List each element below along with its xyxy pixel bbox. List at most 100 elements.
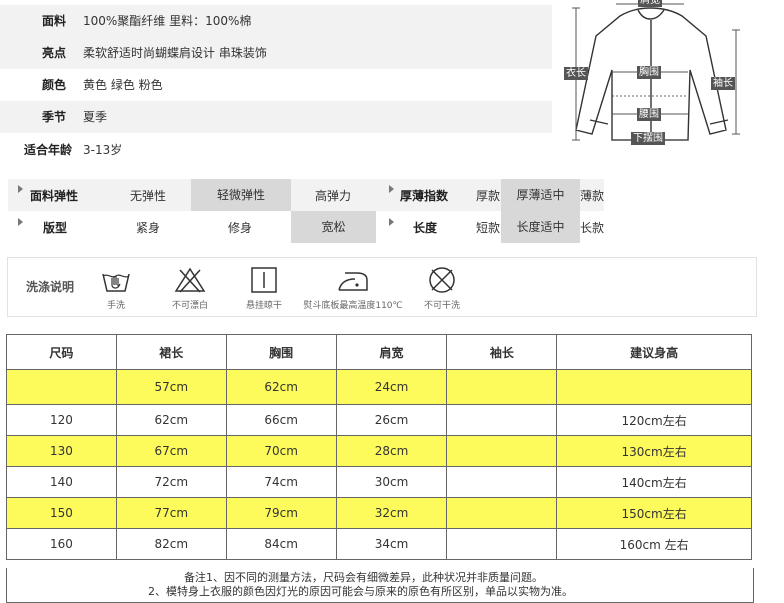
cell: [446, 404, 558, 436]
cell: 34cm: [335, 528, 448, 560]
table-row: 160 82cm 84cm 34cm 160cm 左右: [6, 528, 752, 560]
triangle-icon: [18, 218, 23, 226]
note-line-2: 2、模特身上衣服的颜色因灯光的原因可能会与原来的原色有所区别，单品以实物为准。: [148, 585, 573, 598]
cell: 72cm: [115, 466, 227, 498]
cell: 130: [6, 435, 117, 467]
cell: 77cm: [115, 497, 227, 529]
length-option: 长款: [579, 221, 604, 235]
header-shoulder: 肩宽: [335, 334, 448, 370]
cell: 140cm左右: [556, 466, 752, 498]
hang-dry-icon: [251, 267, 277, 293]
length-label: 衣长: [564, 67, 588, 80]
thickness-option: 厚款: [475, 189, 500, 203]
cell: 120cm左右: [556, 404, 752, 436]
thickness-option: 薄款: [579, 189, 604, 203]
wash-title: 洗涤说明: [26, 280, 75, 294]
cell: 28cm: [335, 435, 448, 467]
cell: 57cm: [115, 369, 227, 405]
info-row-fabric: 面料 100%聚酯纤维 里料：100%棉: [0, 5, 552, 37]
fit-label: 版型: [43, 221, 68, 235]
cell: 66cm: [225, 404, 337, 436]
length-option: 短款: [475, 221, 500, 235]
info-row-highlight-fg: 亮点 柔软舒适时尚蝴蝶肩设计 串珠装饰: [0, 37, 552, 69]
shoulder-label: 肩宽: [638, 0, 662, 7]
table-row: 57cm 62cm 24cm: [6, 369, 752, 405]
cell: 74cm: [225, 466, 337, 498]
info-row-age: 适合年龄 3-13岁: [0, 134, 552, 166]
cell: 67cm: [115, 435, 227, 467]
wash-item: 悬挂晾干: [240, 266, 288, 311]
cell: 120: [6, 404, 117, 436]
fit-option-selected: 宽松: [291, 211, 376, 243]
elasticity-option: 高弹力: [314, 189, 351, 203]
iron-icon: [338, 272, 368, 291]
wash-item: 熨斗底板最高温度110℃: [298, 266, 408, 311]
cell: 84cm: [225, 528, 337, 560]
info-label: 颜色: [41, 78, 66, 92]
thickness-label: 厚薄指数: [400, 189, 449, 203]
no-dry-clean-icon: [429, 267, 455, 293]
info-label: 面料: [41, 14, 66, 28]
cell: 32cm: [335, 497, 448, 529]
no-bleach-icon: [174, 267, 206, 293]
sleeve-label: 袖长: [711, 77, 735, 90]
header-chest: 胸围: [225, 334, 337, 370]
wash-item: 手洗: [96, 266, 136, 311]
wash-item: 不可漂白: [166, 266, 214, 311]
cell: 130cm左右: [556, 435, 752, 467]
cell: [556, 369, 752, 405]
wash-caption: 不可漂白: [171, 301, 208, 311]
table-header-row: 尺码 裙长 胸围 肩宽 袖长 建议身高: [6, 334, 752, 370]
wash-instructions: 洗涤说明 手洗 不可漂白 悬挂晾干 熨斗底板最高温度110℃ 不可干洗: [7, 257, 757, 317]
cell: 70cm: [225, 435, 337, 467]
table-row: 130 67cm 70cm 28cm 130cm左右: [6, 435, 752, 467]
wash-caption: 悬挂晾干: [245, 301, 282, 311]
cell: 30cm: [335, 466, 448, 498]
info-row-season: 季节 夏季: [0, 101, 552, 133]
size-table-notes: 备注1、因不同的测量方法，尺码会有细微差异，此种状况并非质量问题。 2、模特身上…: [6, 568, 754, 603]
header-sleeve: 袖长: [446, 334, 558, 370]
wash-caption: 不可干洗: [423, 301, 460, 311]
length-option-selected: 长度适中: [501, 211, 580, 243]
cell: [446, 435, 558, 467]
cell: 140: [6, 466, 117, 498]
hand-wash-icon: [102, 273, 130, 292]
cell: 62cm: [225, 369, 337, 405]
cell: [446, 369, 558, 405]
hem-label: 下摆围: [631, 132, 665, 145]
thickness-option-selected: 厚薄适中: [501, 179, 580, 211]
header-size: 尺码: [6, 334, 117, 370]
note-line-1: 备注1、因不同的测量方法，尺码会有细微差异，此种状况并非质量问题。: [184, 571, 543, 584]
header-height: 建议身高: [556, 334, 752, 370]
fit-option: 修身: [227, 221, 252, 235]
cell: 150cm左右: [556, 497, 752, 529]
cell: 26cm: [335, 404, 448, 436]
cell: [6, 369, 117, 405]
cell: 79cm: [225, 497, 337, 529]
cell: 24cm: [335, 369, 448, 405]
triangle-icon: [389, 218, 394, 226]
wash-caption: 手洗: [106, 301, 125, 311]
info-row-color: 颜色 黄色 绿色 粉色: [0, 69, 552, 101]
triangle-icon: [389, 185, 394, 193]
cell: 150: [6, 497, 117, 529]
header-length: 裙长: [115, 334, 227, 370]
table-row: 120 62cm 66cm 26cm 120cm左右: [6, 404, 752, 436]
table-row: 150 77cm 79cm 32cm 150cm左右: [6, 497, 752, 529]
info-value: 柔软舒适时尚蝴蝶肩设计 串珠装饰: [83, 46, 267, 60]
cell: 82cm: [115, 528, 227, 560]
elasticity-label: 面料弹性: [30, 189, 79, 203]
info-value: 100%聚酯纤维 里料：100%棉: [83, 14, 252, 28]
length-attr-label: 长度: [413, 221, 438, 235]
cell: 160: [6, 528, 117, 560]
fit-option: 紧身: [135, 221, 160, 235]
info-value: 夏季: [83, 110, 108, 124]
table-row: 140 72cm 74cm 30cm 140cm左右: [6, 466, 752, 498]
cell: 62cm: [115, 404, 227, 436]
elasticity-option-selected: 轻微弹性: [191, 179, 291, 211]
cell: [446, 528, 558, 560]
cell: [446, 497, 558, 529]
triangle-icon: [18, 185, 23, 193]
info-value: 黄色 绿色 粉色: [83, 78, 163, 92]
size-table: 尺码 裙长 胸围 肩宽 袖长 建议身高 57cm 62cm 24cm 120 6…: [6, 334, 752, 560]
